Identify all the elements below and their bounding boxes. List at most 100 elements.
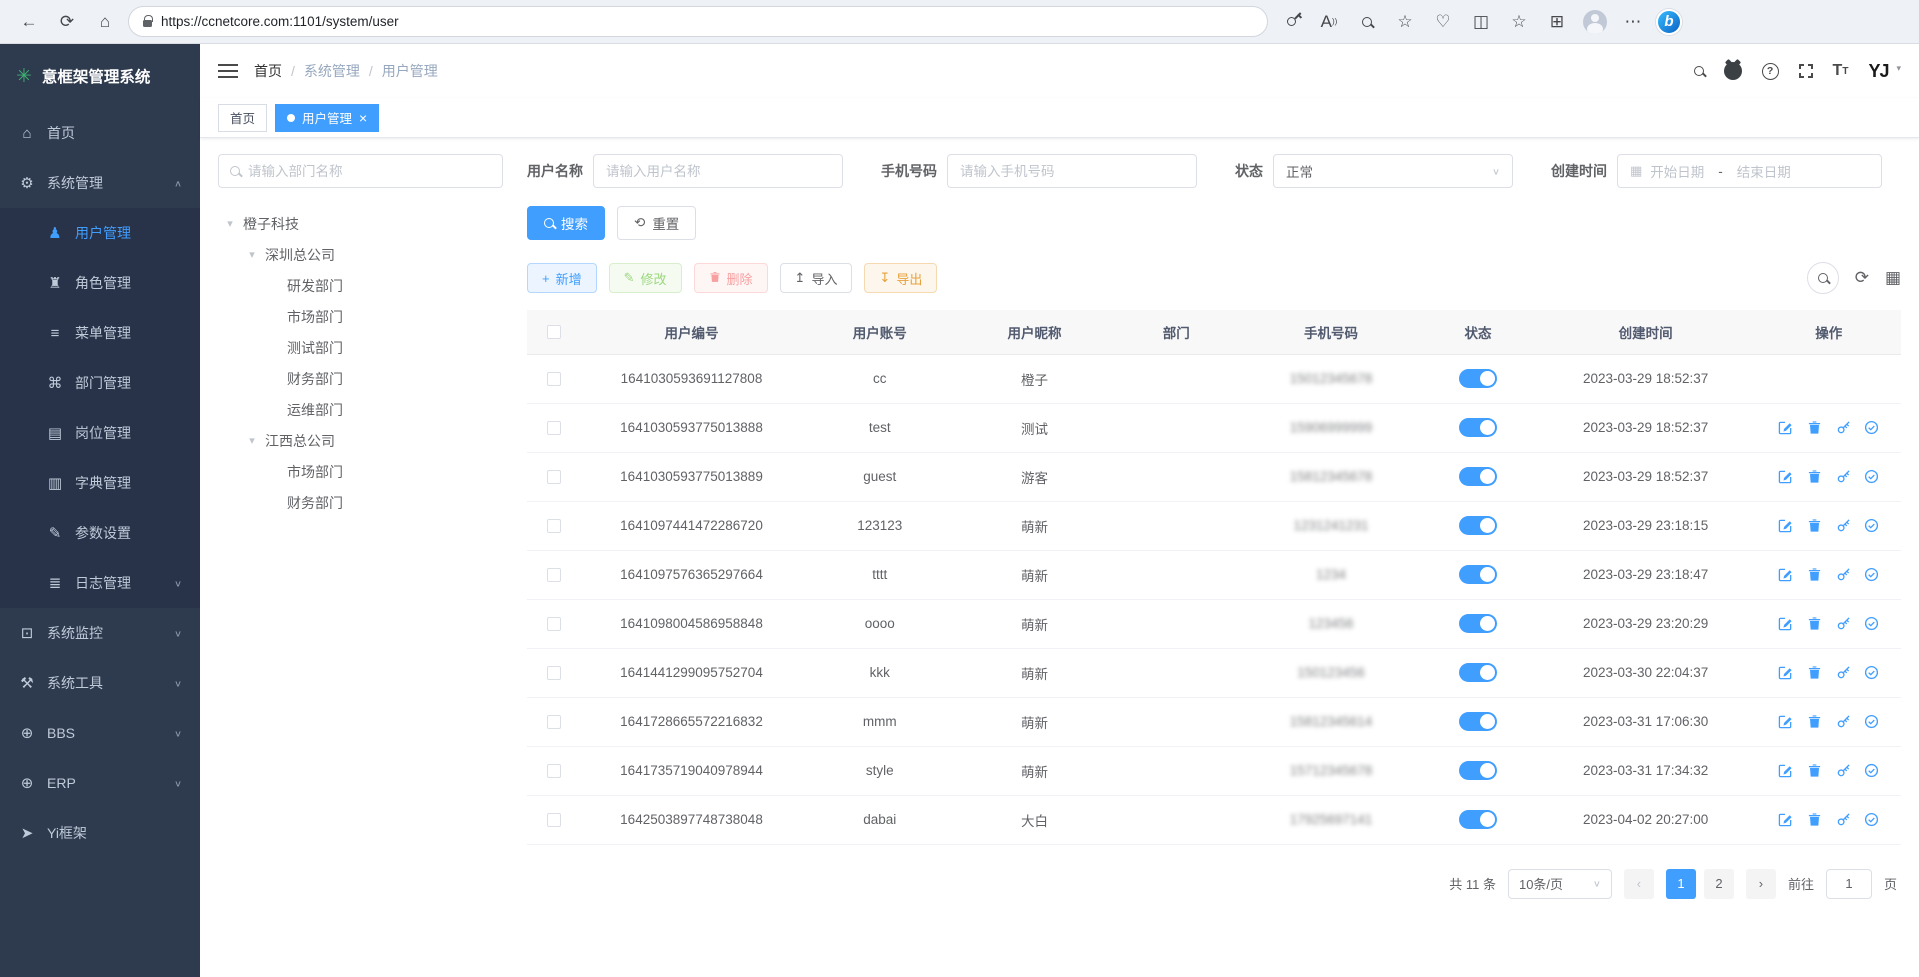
sidebar-item-tools[interactable]: ⚒ 系统工具 ∨: [0, 658, 200, 708]
chevron-down-icon[interactable]: ▾: [1896, 63, 1901, 74]
fullscreen-icon[interactable]: [1799, 64, 1813, 78]
browser-home-icon[interactable]: ⌂: [90, 7, 120, 37]
status-toggle[interactable]: [1459, 418, 1497, 437]
column-header[interactable]: 手机号码: [1241, 310, 1422, 354]
reset-password-icon[interactable]: [1836, 518, 1851, 533]
delete-row-icon[interactable]: [1807, 714, 1822, 729]
status-select[interactable]: 正常 ∨: [1273, 154, 1513, 188]
edit-row-icon[interactable]: [1778, 812, 1793, 827]
read-aloud-icon[interactable]: A)): [1314, 7, 1344, 37]
tree-node[interactable]: ▾ 江西总公司: [218, 425, 503, 456]
status-toggle[interactable]: [1459, 761, 1497, 780]
edit-row-icon[interactable]: [1778, 665, 1793, 680]
delete-row-icon[interactable]: [1807, 763, 1822, 778]
row-checkbox[interactable]: [547, 372, 561, 386]
tree-node[interactable]: ▾ 橙子科技: [218, 208, 503, 239]
edit-row-icon[interactable]: [1778, 714, 1793, 729]
sidebar-item-erp[interactable]: ⊕ ERP ∨: [0, 758, 200, 808]
column-settings-button[interactable]: ▦: [1885, 268, 1901, 288]
collections-icon[interactable]: ⊞: [1542, 7, 1572, 37]
delete-row-icon[interactable]: [1807, 567, 1822, 582]
assign-role-icon[interactable]: [1864, 469, 1879, 484]
reset-password-icon[interactable]: [1836, 714, 1851, 729]
status-toggle[interactable]: [1459, 614, 1497, 633]
edit-row-icon[interactable]: [1778, 763, 1793, 778]
tab-home[interactable]: 首页: [218, 104, 267, 132]
row-checkbox[interactable]: [547, 519, 561, 533]
dept-search-input[interactable]: [248, 164, 491, 179]
tree-node[interactable]: 财务部门: [218, 487, 503, 518]
favorites-add-icon[interactable]: ☆: [1390, 7, 1420, 37]
reset-password-icon[interactable]: [1836, 616, 1851, 631]
assign-role-icon[interactable]: [1864, 665, 1879, 680]
assign-role-icon[interactable]: [1864, 616, 1879, 631]
help-icon[interactable]: ?: [1762, 63, 1779, 80]
github-icon[interactable]: [1724, 62, 1742, 80]
sidebar-item-dept[interactable]: ⌘ 部门管理: [0, 358, 200, 408]
sidebar-item-user[interactable]: ♟ 用户管理: [0, 208, 200, 258]
page-button-2[interactable]: 2: [1704, 869, 1734, 899]
tree-node[interactable]: 市场部门: [218, 456, 503, 487]
reset-password-icon[interactable]: [1836, 420, 1851, 435]
page-button-1[interactable]: 1: [1666, 869, 1696, 899]
status-toggle[interactable]: [1459, 369, 1497, 388]
assign-role-icon[interactable]: [1864, 812, 1879, 827]
reload-icon[interactable]: ⟳: [52, 7, 82, 37]
column-header[interactable]: 部门: [1112, 310, 1241, 354]
status-toggle[interactable]: [1459, 467, 1497, 486]
edit-row-icon[interactable]: [1778, 518, 1793, 533]
phone-input[interactable]: [947, 154, 1197, 188]
status-toggle[interactable]: [1459, 712, 1497, 731]
delete-row-icon[interactable]: [1807, 812, 1822, 827]
import-button[interactable]: ↥ 导入: [780, 263, 853, 293]
edit-row-icon[interactable]: [1778, 420, 1793, 435]
export-button[interactable]: ↧ 导出: [864, 263, 937, 293]
reset-password-icon[interactable]: [1836, 665, 1851, 680]
browser-essentials-icon[interactable]: ♡: [1428, 7, 1458, 37]
row-checkbox[interactable]: [547, 666, 561, 680]
row-checkbox[interactable]: [547, 764, 561, 778]
delete-row-icon[interactable]: [1807, 420, 1822, 435]
tree-node[interactable]: 运维部门: [218, 394, 503, 425]
edit-row-icon[interactable]: [1778, 567, 1793, 582]
bing-icon[interactable]: b: [1656, 9, 1682, 35]
delete-row-icon[interactable]: [1807, 518, 1822, 533]
delete-row-icon[interactable]: [1807, 665, 1822, 680]
username-input[interactable]: [593, 154, 843, 188]
reset-button[interactable]: ⟲ 重置: [617, 206, 696, 240]
next-page-button[interactable]: ›: [1746, 869, 1776, 899]
row-checkbox[interactable]: [547, 617, 561, 631]
reset-password-icon[interactable]: [1836, 567, 1851, 582]
tree-node[interactable]: ▾ 深圳总公司: [218, 239, 503, 270]
tree-node[interactable]: 测试部门: [218, 332, 503, 363]
row-checkbox[interactable]: [547, 813, 561, 827]
status-toggle[interactable]: [1459, 565, 1497, 584]
row-checkbox[interactable]: [547, 470, 561, 484]
sidebar-item-dict[interactable]: ▥ 字典管理: [0, 458, 200, 508]
reset-password-icon[interactable]: [1836, 763, 1851, 778]
zoom-icon[interactable]: [1352, 7, 1382, 37]
sidebar-item-log[interactable]: ≣ 日志管理 ∨: [0, 558, 200, 608]
tab-user-management[interactable]: 用户管理 ×: [275, 104, 379, 132]
page-size-select[interactable]: 10条/页 ∨: [1508, 869, 1612, 899]
sidebar-item-param[interactable]: ✎ 参数设置: [0, 508, 200, 558]
edit-row-icon[interactable]: [1778, 616, 1793, 631]
edit-row-icon[interactable]: [1778, 469, 1793, 484]
delete-button[interactable]: 删除: [694, 263, 768, 293]
tree-node[interactable]: 市场部门: [218, 301, 503, 332]
sidebar-item-home[interactable]: ⌂ 首页: [0, 108, 200, 158]
sidebar-item-post[interactable]: ▤ 岗位管理: [0, 408, 200, 458]
column-header[interactable]: 状态: [1421, 310, 1534, 354]
refresh-table-button[interactable]: ⟳: [1855, 268, 1869, 288]
delete-row-icon[interactable]: [1807, 469, 1822, 484]
row-checkbox[interactable]: [547, 715, 561, 729]
reset-password-icon[interactable]: [1836, 812, 1851, 827]
column-header[interactable]: 用户昵称: [957, 310, 1112, 354]
row-checkbox[interactable]: [547, 568, 561, 582]
sidebar-item-yi[interactable]: ➤ Yi框架: [0, 808, 200, 858]
search-button[interactable]: 搜索: [527, 206, 605, 240]
row-checkbox[interactable]: [547, 421, 561, 435]
user-avatar[interactable]: YJ: [1868, 61, 1888, 82]
favorites-bar-icon[interactable]: ☆: [1504, 7, 1534, 37]
column-header[interactable]: 创建时间: [1535, 310, 1757, 354]
